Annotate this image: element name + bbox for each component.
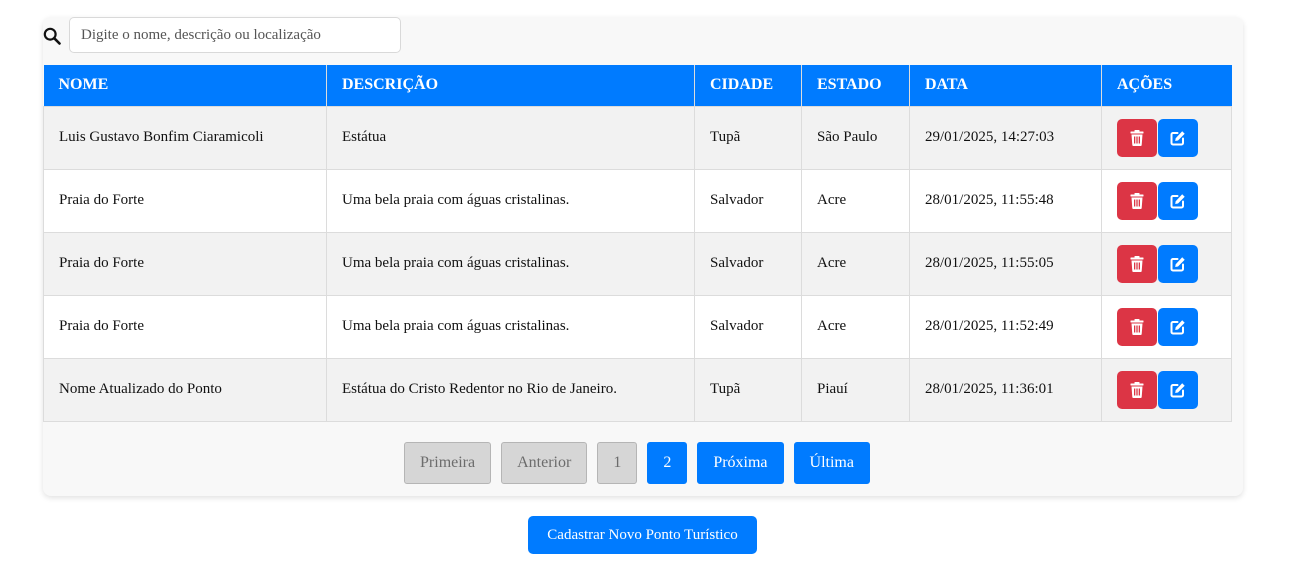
cell-estado: São Paulo — [801, 105, 910, 170]
trash-icon — [1130, 381, 1144, 398]
cell-cidade: Salvador — [694, 231, 802, 296]
table-row: Nome Atualizado do Ponto Estátua do Cris… — [43, 357, 1232, 422]
header-acoes: AÇÕES — [1101, 65, 1232, 106]
cell-descricao: Estátua — [326, 105, 695, 170]
pagination: Primeira Anterior 1 2 Próxima Última — [43, 442, 1231, 484]
cell-descricao: Uma bela praia com águas cristalinas. — [326, 168, 695, 233]
row-actions — [1117, 181, 1216, 220]
cell-nome: Nome Atualizado do Ponto — [43, 357, 327, 422]
cell-acoes — [1101, 231, 1232, 296]
cell-nome: Luis Gustavo Bonfim Ciaramicoli — [43, 105, 327, 170]
first-page-button[interactable]: Primeira — [404, 442, 492, 484]
cell-data: 29/01/2025, 14:27:03 — [909, 105, 1102, 170]
next-page-button[interactable]: Próxima — [697, 442, 784, 484]
trash-icon — [1130, 318, 1144, 335]
cell-data: 28/01/2025, 11:36:01 — [909, 357, 1102, 422]
cell-data: 28/01/2025, 11:55:05 — [909, 231, 1102, 296]
cell-estado: Piauí — [801, 357, 910, 422]
edit-button[interactable] — [1158, 181, 1198, 220]
delete-button[interactable] — [1117, 118, 1157, 157]
edit-button[interactable] — [1158, 244, 1198, 283]
table-row: Luis Gustavo Bonfim Ciaramicoli Estátua … — [43, 105, 1232, 170]
row-actions — [1117, 307, 1216, 346]
cell-estado: Acre — [801, 231, 910, 296]
row-actions — [1117, 370, 1216, 409]
search-input[interactable] — [69, 17, 401, 53]
cell-descricao: Uma bela praia com águas cristalinas. — [326, 294, 695, 359]
delete-button[interactable] — [1117, 370, 1157, 409]
edit-button[interactable] — [1158, 118, 1198, 157]
edit-button[interactable] — [1158, 370, 1198, 409]
cell-estado: Acre — [801, 168, 910, 233]
table-header-row: NOME DESCRIÇÃO CIDADE ESTADO DATA AÇÕES — [43, 65, 1232, 106]
edit-icon — [1170, 256, 1185, 271]
delete-button[interactable] — [1117, 307, 1157, 346]
table-row: Praia do Forte Uma bela praia com águas … — [43, 168, 1232, 233]
cell-descricao: Uma bela praia com águas cristalinas. — [326, 231, 695, 296]
new-tourist-point-button[interactable]: Cadastrar Novo Ponto Turístico — [528, 516, 757, 554]
cell-estado: Acre — [801, 294, 910, 359]
page-1-button[interactable]: 1 — [597, 442, 638, 484]
edit-icon — [1170, 193, 1185, 208]
points-table: NOME DESCRIÇÃO CIDADE ESTADO DATA AÇÕES … — [43, 65, 1232, 422]
header-nome: NOME — [43, 65, 327, 106]
cell-cidade: Tupã — [694, 357, 802, 422]
points-card: NOME DESCRIÇÃO CIDADE ESTADO DATA AÇÕES … — [43, 17, 1243, 496]
page-2-button[interactable]: 2 — [647, 442, 688, 484]
cell-descricao: Estátua do Cristo Redentor no Rio de Jan… — [326, 357, 695, 422]
header-descricao: DESCRIÇÃO — [326, 65, 695, 106]
cell-acoes — [1101, 294, 1232, 359]
header-data: DATA — [909, 65, 1102, 106]
cell-data: 28/01/2025, 11:55:48 — [909, 168, 1102, 233]
last-page-button[interactable]: Última — [793, 442, 870, 484]
cell-nome: Praia do Forte — [43, 168, 327, 233]
delete-button[interactable] — [1117, 181, 1157, 220]
table-row: Praia do Forte Uma bela praia com águas … — [43, 231, 1232, 296]
previous-page-button[interactable]: Anterior — [501, 442, 588, 484]
cell-cidade: Tupã — [694, 105, 802, 170]
cell-data: 28/01/2025, 11:52:49 — [909, 294, 1102, 359]
edit-button[interactable] — [1158, 307, 1198, 346]
row-actions — [1117, 118, 1216, 157]
search-icon — [43, 27, 61, 45]
cell-nome: Praia do Forte — [43, 294, 327, 359]
edit-icon — [1170, 130, 1185, 145]
cell-acoes — [1101, 357, 1232, 422]
trash-icon — [1130, 192, 1144, 209]
trash-icon — [1130, 129, 1144, 146]
cell-acoes — [1101, 105, 1232, 170]
edit-icon — [1170, 382, 1185, 397]
cell-acoes — [1101, 168, 1232, 233]
header-estado: ESTADO — [801, 65, 910, 106]
trash-icon — [1130, 255, 1144, 272]
row-actions — [1117, 244, 1216, 283]
cell-cidade: Salvador — [694, 294, 802, 359]
cell-cidade: Salvador — [694, 168, 802, 233]
delete-button[interactable] — [1117, 244, 1157, 283]
cell-nome: Praia do Forte — [43, 231, 327, 296]
edit-icon — [1170, 319, 1185, 334]
header-cidade: CIDADE — [694, 65, 802, 106]
table-row: Praia do Forte Uma bela praia com águas … — [43, 294, 1232, 359]
